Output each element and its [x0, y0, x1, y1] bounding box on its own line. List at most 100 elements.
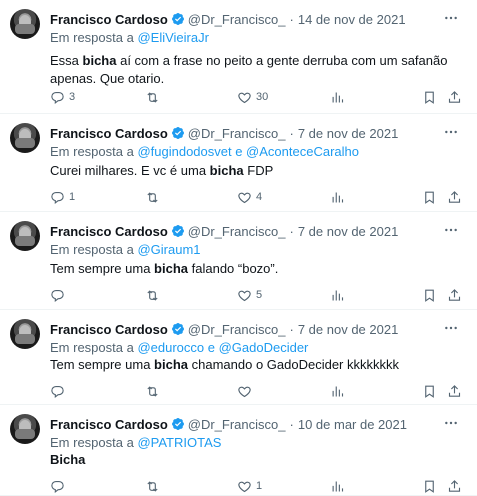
retweet-icon: [147, 289, 158, 301]
like-button[interactable]: 5: [237, 286, 262, 304]
tweet[interactable]: Francisco Cardoso @Dr_Francisco_ · 7 de …: [0, 212, 477, 310]
reply-to-link[interactable]: @PATRIOTAS: [137, 435, 221, 450]
tweet[interactable]: Francisco Cardoso @Dr_Francisco_ · 7 de …: [0, 114, 477, 212]
tweet-actions: 5: [50, 286, 470, 304]
reply-button[interactable]: 1: [50, 188, 75, 206]
views-button[interactable]: [330, 382, 345, 400]
avatar[interactable]: [10, 9, 40, 39]
author-name[interactable]: Francisco Cardoso: [50, 126, 168, 141]
like-button[interactable]: 4: [237, 188, 262, 206]
reply-to-link[interactable]: @fugindodosvet e @AconteceCaralho: [137, 144, 359, 159]
like-count: 4: [256, 191, 263, 203]
reply-icon: [51, 480, 64, 493]
bookmark-button[interactable]: [422, 477, 437, 495]
share-button[interactable]: [447, 188, 462, 206]
tweet-date[interactable]: 7 de nov de 2021: [298, 224, 398, 239]
retweet-button[interactable]: [145, 382, 164, 400]
verified-badge-icon: [171, 127, 184, 139]
analytics-icon: [332, 481, 344, 491]
author-handle[interactable]: @Dr_Francisco_: [188, 126, 286, 141]
share-icon: [448, 90, 461, 103]
author-handle[interactable]: @Dr_Francisco_: [188, 224, 286, 239]
heart-icon: [238, 92, 251, 103]
tweet-header: Francisco Cardoso @Dr_Francisco_ · 14 de…: [50, 10, 406, 28]
retweet-button[interactable]: [145, 88, 164, 106]
reply-context: Em resposta a @EliVieiraJr: [50, 30, 209, 45]
tweet-text-after: falando “bozo”.: [188, 261, 279, 276]
tweet-date[interactable]: 14 de nov de 2021: [298, 12, 406, 27]
author-name[interactable]: Francisco Cardoso: [50, 12, 168, 27]
analytics-icon: [332, 386, 344, 396]
tweet-actions: 3 30: [50, 88, 470, 106]
reply-button[interactable]: [50, 477, 69, 495]
retweet-button[interactable]: [145, 477, 164, 495]
tweet[interactable]: Francisco Cardoso @Dr_Francisco_ · 7 de …: [0, 310, 477, 405]
tweet-text: Tem sempre uma bicha falando “bozo”.: [50, 260, 450, 278]
more-options-icon[interactable]: [443, 222, 459, 238]
tweet-date[interactable]: 10 de mar de 2021: [298, 417, 407, 432]
reply-icon: [51, 289, 64, 302]
reply-button[interactable]: 3: [50, 88, 75, 106]
like-count: 1: [256, 480, 263, 492]
share-button[interactable]: [447, 286, 462, 304]
tweet-timeline: Francisco Cardoso @Dr_Francisco_ · 14 de…: [0, 0, 477, 496]
more-options-icon[interactable]: [443, 320, 459, 336]
share-icon: [448, 288, 461, 301]
reply-prefix: Em resposta a: [50, 30, 134, 45]
reply-button[interactable]: [50, 382, 69, 400]
like-button[interactable]: 30: [237, 88, 268, 106]
author-name[interactable]: Francisco Cardoso: [50, 322, 168, 337]
like-button[interactable]: 1: [237, 477, 262, 495]
avatar[interactable]: [10, 221, 40, 251]
avatar[interactable]: [10, 123, 40, 153]
bookmark-button[interactable]: [422, 88, 437, 106]
more-options-icon[interactable]: [443, 10, 459, 26]
author-name[interactable]: Francisco Cardoso: [50, 224, 168, 239]
views-button[interactable]: [330, 477, 345, 495]
like-button[interactable]: [237, 382, 256, 400]
tweet-date[interactable]: 7 de nov de 2021: [298, 126, 398, 141]
bookmark-button[interactable]: [422, 188, 437, 206]
tweet-text: Tem sempre uma bicha chamando o GadoDeci…: [50, 356, 450, 374]
retweet-button[interactable]: [145, 286, 164, 304]
more-options-icon[interactable]: [443, 415, 459, 431]
author-name[interactable]: Francisco Cardoso: [50, 417, 168, 432]
avatar[interactable]: [10, 414, 40, 444]
reply-prefix: Em resposta a: [50, 144, 134, 159]
avatar[interactable]: [10, 319, 40, 349]
tweet-date[interactable]: 7 de nov de 2021: [298, 322, 398, 337]
tweet-header: Francisco Cardoso @Dr_Francisco_ · 7 de …: [50, 222, 398, 240]
tweet[interactable]: Francisco Cardoso @Dr_Francisco_ · 10 de…: [0, 405, 477, 496]
reply-to-link[interactable]: @Giraum1: [137, 242, 200, 257]
verified-badge-icon: [171, 225, 184, 237]
bookmark-icon: [425, 385, 434, 398]
reply-context: Em resposta a @Giraum1: [50, 242, 201, 257]
views-button[interactable]: [330, 188, 345, 206]
more-options-icon[interactable]: [443, 124, 459, 140]
heart-icon: [238, 386, 251, 397]
tweet-text-after: chamando o GadoDecider kkkkkkkk: [188, 357, 399, 372]
heart-icon: [238, 290, 251, 301]
views-button[interactable]: [330, 286, 345, 304]
reply-prefix: Em resposta a: [50, 435, 134, 450]
reply-context: Em resposta a @edurocco e @GadoDecider: [50, 340, 308, 355]
tweet-text-after: FDP: [243, 163, 274, 178]
reply-button[interactable]: [50, 286, 69, 304]
bookmark-icon: [425, 191, 434, 204]
bookmark-button[interactable]: [422, 382, 437, 400]
reply-count: 3: [69, 91, 76, 103]
share-button[interactable]: [447, 88, 462, 106]
share-button[interactable]: [447, 382, 462, 400]
share-icon: [448, 190, 461, 203]
author-handle[interactable]: @Dr_Francisco_: [188, 322, 286, 337]
author-handle[interactable]: @Dr_Francisco_: [188, 12, 286, 27]
views-button[interactable]: [330, 88, 345, 106]
tweet[interactable]: Francisco Cardoso @Dr_Francisco_ · 14 de…: [0, 0, 477, 114]
bookmark-button[interactable]: [422, 286, 437, 304]
retweet-button[interactable]: [145, 188, 164, 206]
reply-to-link[interactable]: @EliVieiraJr: [137, 30, 208, 45]
reply-to-link[interactable]: @edurocco e @GadoDecider: [137, 340, 308, 355]
separator-dot: ·: [289, 223, 294, 239]
author-handle[interactable]: @Dr_Francisco_: [188, 417, 286, 432]
share-button[interactable]: [447, 477, 462, 495]
